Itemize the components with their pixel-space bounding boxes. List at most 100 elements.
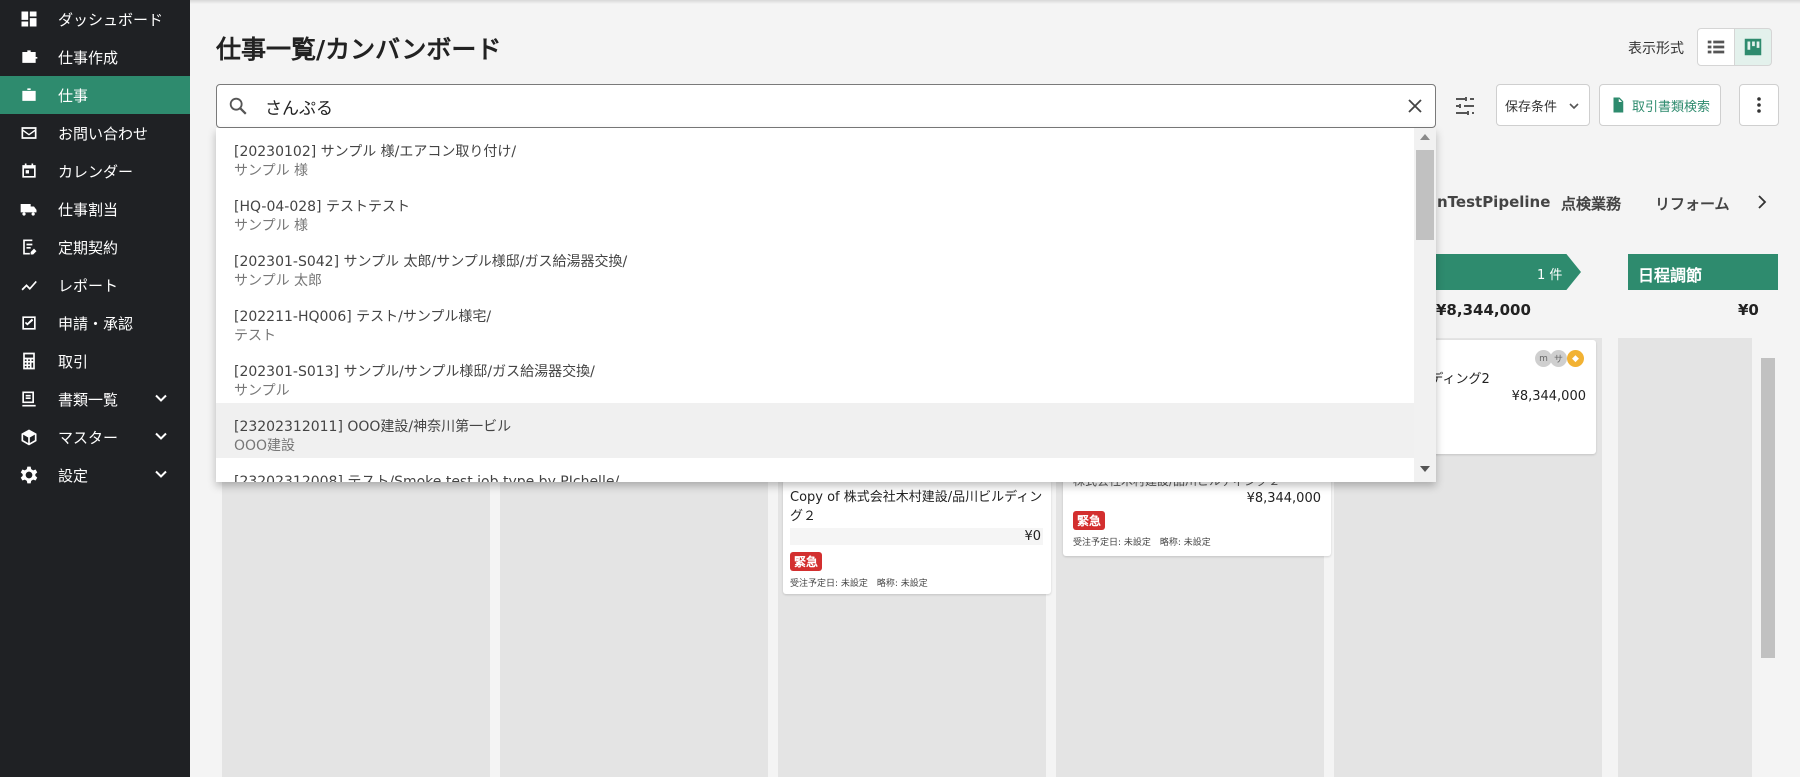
more-options-button[interactable] [1739,84,1779,126]
sidebar-item-contracts[interactable]: 定期契約 [0,228,190,266]
sidebar-item-transactions[interactable]: 取引 [0,342,190,380]
suggestion-item[interactable]: [202211-HQ006] テスト/サンプル様宅/ テスト [216,293,1436,348]
list-view-button[interactable] [1697,28,1735,66]
saved-conditions-select[interactable]: 保存条件 [1496,84,1590,126]
job-card-meta: 受注予定日: 未設定 略称: 未設定 [790,579,928,589]
urgent-badge: 緊急 [790,552,823,571]
urgent-badge: 緊急 [1073,511,1106,530]
suggestion-item[interactable]: [202301-S042] サンプル 太郎/サンプル様邸/ガス給湯器交換/ サン… [216,238,1436,293]
sidebar-item-assignment[interactable]: 仕事割当 [0,190,190,228]
kanban-column [500,470,768,777]
sidebar-item-label: 設定 [58,466,89,485]
sidebar-item-label: ダッシュボード [58,10,164,29]
stage-total: ¥8,344,000 [1436,301,1531,319]
documents-icon [18,388,40,410]
contract-icon [18,236,40,258]
sidebar-item-inquiries[interactable]: お問い合わせ [0,114,190,152]
main-content: 仕事一覧/カンバンボード 表示形式 保存条件 取引書類検索 nTestPipel… [190,0,1800,777]
sidebar-item-job-create[interactable]: 仕事作成 [0,38,190,76]
sidebar-item-label: レポート [58,276,119,295]
sidebar-item-settings[interactable]: 設定 [0,456,190,494]
calculator-icon [18,350,40,372]
suggestion-title: [202211-HQ006] テスト/サンプル様宅/ [234,309,492,325]
suggestion-customer: サンプル 太郎 [234,273,323,289]
sidebar: ダッシュボード 仕事作成 仕事 お問い合わせ カレンダー 仕事割当 定期契約 レ… [0,0,190,777]
more-vert-icon [1757,97,1761,113]
stage-header-schedule: 日程調節 [1628,254,1778,290]
scroll-up-icon[interactable] [1420,134,1430,140]
sidebar-item-label: 取引 [58,352,89,371]
dashboard-icon [18,8,40,30]
suggestion-customer: サンプル 様 [234,218,309,234]
suggestion-title: [23202312011] OOO建設/神奈川第一ビル [234,419,512,435]
suggestion-item[interactable]: [23202312011] OOO建設/神奈川第一ビル OOO建設 [216,403,1436,458]
scroll-down-icon[interactable] [1420,466,1430,472]
sidebar-item-label: 仕事割当 [58,200,119,219]
suggestion-title: [20230102] サンプル 様/エアコン取り付け/ [234,144,517,160]
transaction-document-search-button[interactable]: 取引書類検索 [1599,84,1721,126]
chevron-down-icon [154,391,168,405]
sidebar-item-approvals[interactable]: 申請・承認 [0,304,190,342]
filter-button[interactable] [1443,84,1487,128]
suggestion-customer: テスト [234,328,276,344]
sidebar-item-label: 申請・承認 [58,314,134,333]
suggestion-item[interactable]: [20230102] サンプル 様/エアコン取り付け/ サンプル 様 [216,128,1436,183]
briefcase-icon [18,84,40,106]
sidebar-item-master[interactable]: マスター [0,418,190,456]
tab-reform[interactable]: リフォーム [1655,193,1730,214]
tab-inspection[interactable]: 点検業務 [1561,193,1621,214]
view-format-label: 表示形式 [1628,41,1684,57]
suggestion-customer: サンプル 様 [234,163,309,179]
tune-icon [1456,97,1474,115]
job-card-meta: 受注予定日: 未設定 略称: 未設定 [1073,538,1211,548]
job-card[interactable]: Copy of 株式会社木村建設/品川ビルディング２ ¥0 緊急 受注予定日: … [783,480,1051,594]
avatar: サ [1550,350,1567,367]
kanban-column [1618,338,1752,777]
briefcase-plus-icon [18,46,40,68]
suggestion-title: [HQ-04-028] テストテスト [234,199,410,215]
job-card-amount: ¥0 [790,528,1043,545]
truck-icon [18,198,40,220]
suggestion-customer: サンプル [234,383,290,399]
kanban-column [222,470,490,777]
tab-test-pipeline[interactable]: nTestPipeline [1437,193,1550,211]
gear-icon [18,464,40,486]
chevron-down-icon [154,429,168,443]
chevron-down-icon [1569,103,1579,110]
sidebar-item-label: 書類一覧 [58,390,119,409]
page-title: 仕事一覧/カンバンボード [216,35,502,64]
suggestion-title: [23202312008] テスト/Smoke test job type by… [234,474,620,482]
scrollbar-thumb[interactable] [1761,358,1775,658]
suggestion-item[interactable]: [202301-S013] サンプル/サンプル様邸/ガス給湯器交換/ サンプル [216,348,1436,403]
sidebar-item-label: 定期契約 [58,238,119,257]
sidebar-item-jobs[interactable]: 仕事 [0,76,190,114]
search-icon [229,97,247,115]
sidebar-item-label: 仕事 [58,86,89,105]
doc-search-label: 取引書類検索 [1632,99,1711,115]
search-input[interactable] [265,91,1365,121]
cat-avatar-icon: ◆ [1567,350,1584,367]
calendar-icon [18,160,40,182]
sidebar-item-documents[interactable]: 書類一覧 [0,380,190,418]
kanban-view-button[interactable] [1734,28,1772,66]
sidebar-item-reports[interactable]: レポート [0,266,190,304]
suggestion-item[interactable]: [HQ-04-028] テストテスト サンプル 様 [216,183,1436,238]
close-icon[interactable] [1405,96,1425,116]
stage-count: 1 件 [1537,268,1563,283]
suggestion-customer: OOO建設 [234,438,296,454]
chevron-right-icon[interactable] [1753,193,1771,211]
document-icon [1613,97,1624,113]
dropdown-scrollbar[interactable] [1414,128,1436,482]
suggestion-item[interactable]: [23202312008] テスト/Smoke test job type by… [216,458,1436,482]
scrollbar-thumb[interactable] [1416,150,1434,240]
suggestion-title: [202301-S042] サンプル 太郎/サンプル様邸/ガス給湯器交換/ [234,254,628,270]
job-search-box [216,84,1436,128]
sidebar-item-calendar[interactable]: カレンダー [0,152,190,190]
sidebar-item-label: お問い合わせ [58,124,149,143]
top-shadow [190,0,1800,4]
list-icon [1707,40,1725,54]
sidebar-item-label: カレンダー [58,162,134,181]
stage-name: 日程調節 [1638,266,1703,285]
sidebar-item-dashboard[interactable]: ダッシュボード [0,0,190,38]
board-scrollbar[interactable] [1757,338,1779,777]
